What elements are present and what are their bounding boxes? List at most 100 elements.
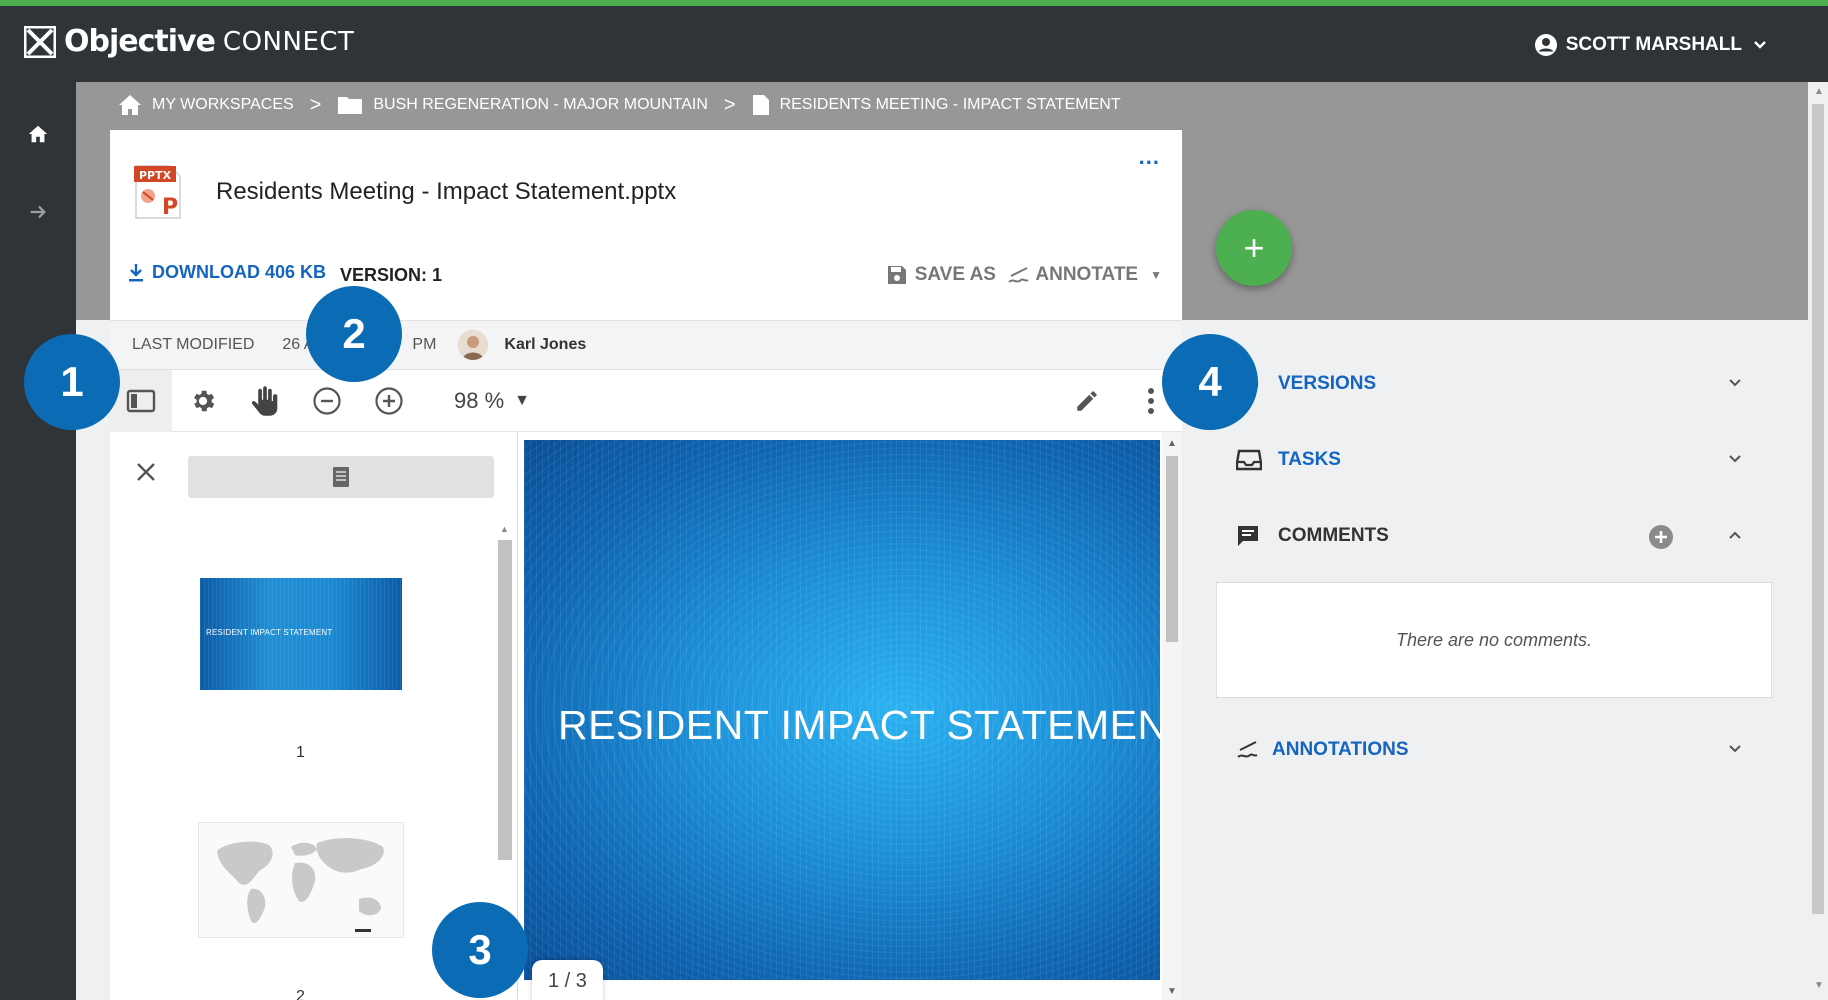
callout-4: 4	[1162, 334, 1258, 430]
download-label: DOWNLOAD 406 KB	[152, 262, 327, 282]
add-comment-icon[interactable]	[1648, 524, 1674, 550]
pptx-file-icon: PPTX P	[134, 164, 182, 225]
more-options-button[interactable]: ...	[1139, 144, 1160, 170]
viewer-scrollbar[interactable]: ▲ ▼	[1162, 432, 1182, 1000]
thumbnail-number: 1	[296, 744, 305, 761]
app-root: Objective CONNECT SCOTT MARSHALL MY WORK…	[0, 0, 1828, 1000]
settings-button[interactable]	[186, 384, 220, 418]
last-modified-row: LAST MODIFIED 26 A PM Karl Jones	[110, 320, 1182, 370]
annotate-icon	[1236, 740, 1264, 760]
scrollbar-thumb[interactable]	[1166, 456, 1178, 642]
last-modified-label: LAST MODIFIED	[132, 336, 255, 353]
caret-down-icon: ▼	[1150, 268, 1162, 282]
home-icon	[28, 125, 48, 143]
breadcrumb-separator: >	[309, 93, 322, 116]
window-scrollbar[interactable]: ▲ ▼	[1808, 82, 1828, 1000]
document-icon	[752, 95, 769, 115]
zoom-out-icon	[313, 387, 341, 415]
slide-canvas[interactable]: RESIDENT IMPACT STATEMENT	[524, 440, 1160, 980]
world-map-graphic: .	[207, 838, 384, 932]
vertical-dots-icon	[1148, 388, 1154, 414]
edit-button[interactable]	[1070, 384, 1104, 418]
versions-section-header[interactable]: VERSIONS	[1236, 364, 1766, 404]
tasks-section-header[interactable]: TASKS	[1236, 440, 1766, 480]
chevron-down-icon	[1729, 745, 1741, 753]
document-viewer: RESIDENT IMPACT STATEMENT ▲ ▼ 1 / 3	[518, 432, 1182, 1000]
save-as-button[interactable]: SAVE AS	[887, 264, 996, 286]
slide-title: RESIDENT IMPACT STATEMENT	[558, 702, 1160, 748]
zoom-level-select[interactable]: 98 % ▼	[454, 388, 530, 414]
chevron-down-icon	[1729, 455, 1741, 463]
product-name: CONNECT	[222, 26, 355, 57]
inbox-tray-icon	[1236, 449, 1264, 471]
breadcrumb-folder[interactable]: BUSH REGENERATION - MAJOR MOUNTAIN	[337, 95, 708, 115]
account-circle-icon	[1534, 34, 1557, 56]
nav-home-button[interactable]	[18, 114, 58, 154]
top-bar: Objective CONNECT SCOTT MARSHALL	[0, 0, 1828, 82]
thumbnail-number: 2	[296, 988, 305, 1000]
svg-text:P: P	[162, 195, 178, 220]
scroll-up-arrow-icon: ▲	[500, 524, 509, 534]
scrollbar-thumb[interactable]	[498, 540, 512, 860]
slide-thumbnail-1[interactable]: RESIDENT IMPACT STATEMENT	[200, 578, 402, 690]
scrollbar-thumb[interactable]	[1812, 104, 1824, 914]
breadcrumb-workspaces[interactable]: MY WORKSPACES	[118, 94, 294, 116]
chevron-up-icon	[1729, 531, 1741, 539]
annotate-menu-button[interactable]: ANNOTATE ▼	[1007, 264, 1162, 286]
zoom-level-value: 98 %	[454, 388, 505, 413]
breadcrumb-label: MY WORKSPACES	[152, 96, 294, 113]
file-header-card: PPTX P Residents Meeting - Impact Statem…	[110, 130, 1182, 320]
close-thumbnails-button[interactable]	[134, 460, 158, 489]
version-label: VERSION: 1	[340, 265, 443, 285]
thumbnail-view-toggle[interactable]	[188, 456, 494, 498]
comments-section-header[interactable]: COMMENTS	[1236, 516, 1766, 556]
viewer-toolbar: 98 % ▼	[110, 370, 1182, 432]
breadcrumb-label: BUSH REGENERATION - MAJOR MOUNTAIN	[373, 96, 708, 113]
brand-name: Objective	[64, 24, 216, 59]
save-as-label: SAVE AS	[914, 264, 996, 285]
save-icon	[887, 266, 906, 284]
nav-expand-button[interactable]	[18, 192, 58, 232]
page-indicator: 1 / 3	[532, 960, 603, 1000]
annotate-label: ANNOTATE	[1035, 264, 1139, 285]
gear-icon	[194, 390, 215, 412]
user-menu[interactable]: SCOTT MARSHALL	[1534, 33, 1776, 57]
breadcrumb-document[interactable]: RESIDENTS MEETING - IMPACT STATEMENT	[752, 94, 1121, 116]
zoom-out-button[interactable]	[310, 384, 344, 418]
details-panel: VERSIONS TASKS COMMENTS There are no com…	[1182, 320, 1808, 1000]
caret-down-icon: ▼	[514, 392, 530, 409]
callout-3: 3	[432, 902, 528, 998]
comments-label: COMMENTS	[1278, 525, 1389, 546]
avatar	[458, 330, 489, 360]
add-fab-button[interactable]: +	[1216, 210, 1292, 286]
comment-icon	[1236, 524, 1264, 548]
sidebar-panel-icon	[126, 389, 156, 413]
pan-tool-button[interactable]	[248, 384, 282, 418]
objective-logo-icon	[24, 25, 56, 58]
slide-thumbnail-2[interactable]: .	[198, 822, 404, 938]
breadcrumb: MY WORKSPACES > BUSH REGENERATION - MAJO…	[118, 94, 1121, 116]
last-modified-time: PM	[412, 336, 437, 353]
annotate-icon	[1008, 267, 1029, 283]
modifier-name: Karl Jones	[504, 336, 587, 353]
app-logo[interactable]: Objective CONNECT	[24, 24, 354, 59]
zoom-in-icon	[375, 387, 403, 415]
scroll-down-arrow-icon[interactable]: ▼	[1814, 980, 1824, 991]
download-button[interactable]: DOWNLOAD 406 KB	[128, 262, 326, 283]
tasks-label: TASKS	[1278, 449, 1341, 470]
chevron-down-icon	[1729, 379, 1741, 387]
thumbnail-text: RESIDENT IMPACT STATEMENT	[206, 628, 333, 637]
file-title: Residents Meeting - Impact Statement.ppt…	[216, 178, 677, 205]
user-name: SCOTT MARSHALL	[1565, 34, 1742, 55]
annotations-section-header[interactable]: ANNOTATIONS	[1236, 730, 1766, 770]
svg-text:.: .	[207, 927, 208, 932]
zoom-in-button[interactable]	[372, 384, 406, 418]
breadcrumb-label: RESIDENTS MEETING - IMPACT STATEMENT	[779, 96, 1121, 113]
chevron-down-icon	[1754, 41, 1766, 49]
scroll-down-arrow-icon[interactable]: ▼	[1167, 986, 1177, 997]
scroll-up-arrow-icon[interactable]: ▲	[1814, 86, 1824, 97]
annotations-label: ANNOTATIONS	[1272, 739, 1409, 760]
versions-label: VERSIONS	[1278, 373, 1377, 394]
callout-1: 1	[24, 334, 120, 430]
scroll-up-arrow-icon[interactable]: ▲	[1167, 438, 1177, 449]
